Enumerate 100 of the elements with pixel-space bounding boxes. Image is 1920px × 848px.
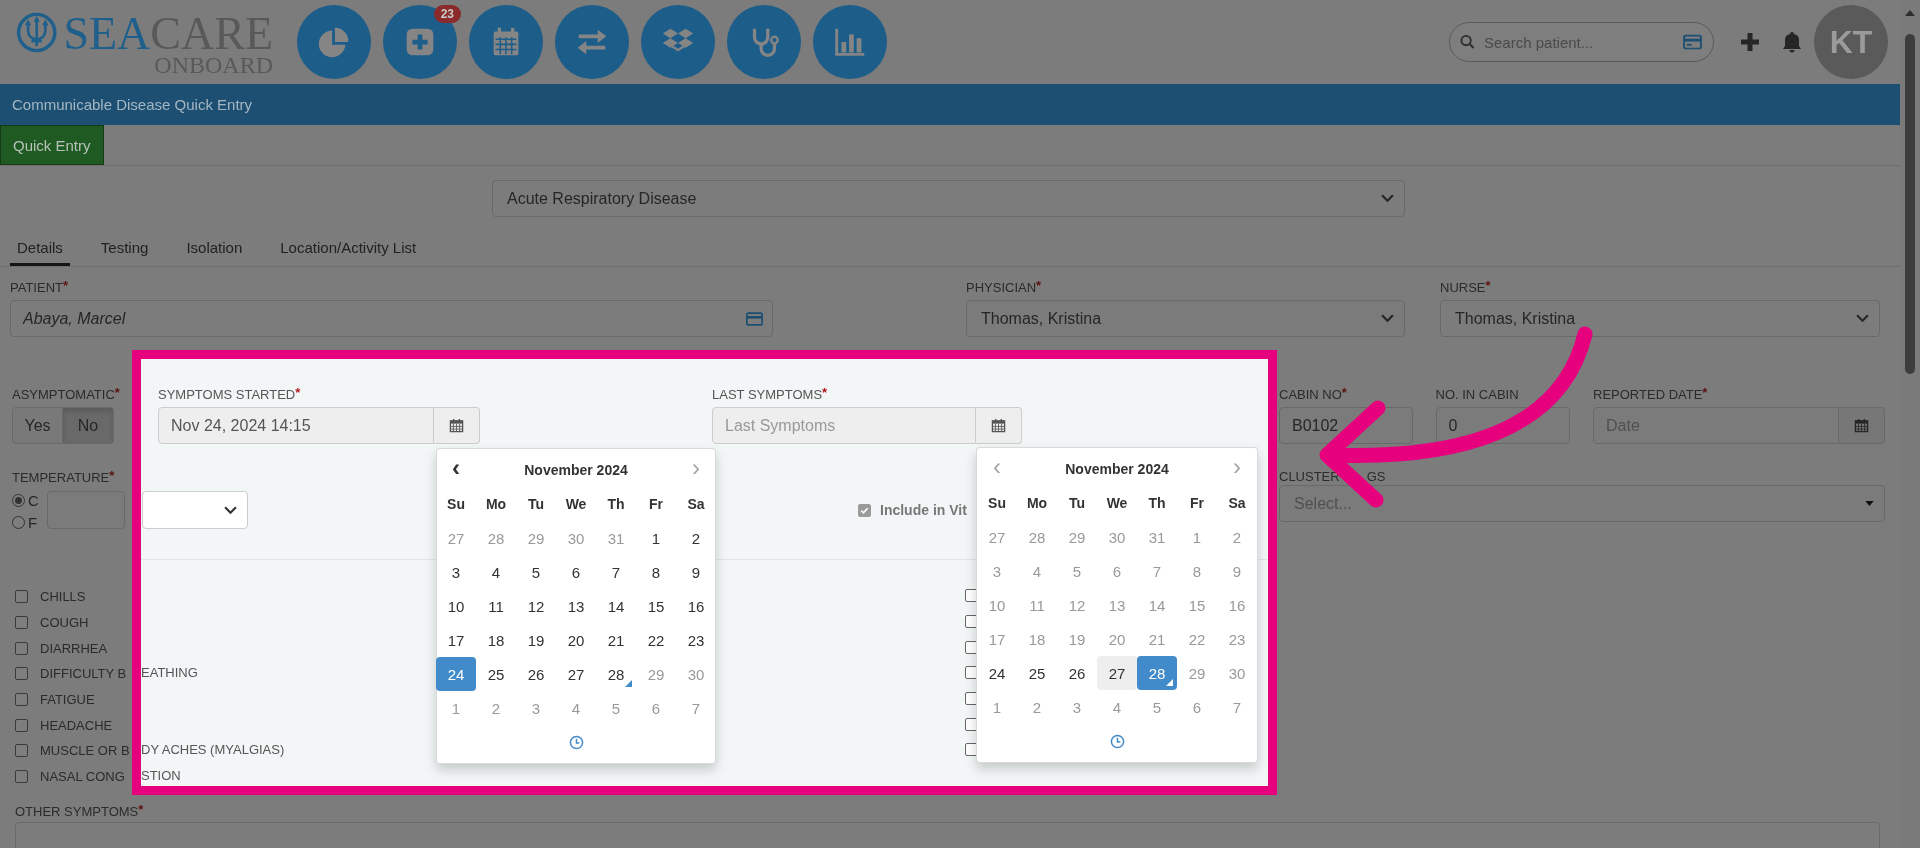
day-cell[interactable]: 5 [516,555,556,589]
day-cell[interactable]: 27 [436,521,476,555]
calendar-button[interactable] [1839,407,1885,444]
day-cell[interactable]: 31 [596,521,636,555]
day-cell[interactable]: 7 [1217,690,1257,724]
patient-field[interactable]: Abaya, Marcel [10,300,773,337]
avatar[interactable]: KT [1814,5,1888,79]
day-cell[interactable]: 15 [636,589,676,623]
day-cell[interactable]: 4 [556,691,596,725]
toggle-button[interactable]: Yes [12,407,63,444]
day-cell[interactable]: 4 [1017,554,1057,588]
day-cell[interactable]: 18 [476,623,516,657]
day-cell[interactable]: 7 [676,691,716,725]
date-field[interactable]: Nov 24, 2024 14:15 [158,407,434,444]
day-cell[interactable]: 4 [1097,690,1137,724]
day-cell[interactable]: 17 [977,622,1017,656]
notifications-button[interactable] [1782,31,1802,53]
nurse-dropdown[interactable]: Thomas, Kristina [1440,300,1880,337]
scrollbar-thumb[interactable] [1905,34,1915,374]
day-cell[interactable]: 16 [1217,588,1257,622]
add-button[interactable] [1740,32,1760,52]
day-cell[interactable]: 10 [977,588,1017,622]
day-cell[interactable]: 26 [516,657,556,691]
day-cell[interactable]: 17 [436,623,476,657]
day-cell[interactable]: 25 [1017,656,1057,690]
radio-button[interactable] [12,493,25,507]
day-cell[interactable]: 22 [1177,622,1217,656]
day-cell[interactable]: 9 [676,555,716,589]
checkbox[interactable] [15,744,28,758]
day-cell[interactable]: 11 [476,589,516,623]
day-cell[interactable]: 12 [1057,588,1097,622]
day-cell[interactable]: 29 [636,657,676,691]
day-cell[interactable]: 29 [1057,520,1097,554]
day-cell[interactable]: 1 [636,521,676,555]
day-cell[interactable]: 13 [1097,588,1137,622]
day-cell[interactable]: 30 [556,521,596,555]
day-cell[interactable]: 29 [516,521,556,555]
time-button[interactable] [568,734,584,750]
day-cell[interactable]: 23 [676,623,716,657]
day-cell[interactable]: 30 [676,657,716,691]
tab[interactable]: Quick Entry [0,125,104,165]
day-cell[interactable]: 29 [1177,656,1217,690]
checkbox[interactable] [15,693,28,707]
day-cell[interactable]: 31 [1137,520,1177,554]
day-cell[interactable]: 23 [1217,622,1257,656]
day-cell[interactable]: 28 [476,521,516,555]
day-cell[interactable]: 3 [516,691,556,725]
day-cell[interactable]: 5 [596,691,636,725]
day-cell[interactable]: 3 [977,554,1017,588]
day-cell[interactable]: 28 [1137,656,1177,690]
day-cell[interactable]: 28 [1017,520,1057,554]
day-cell[interactable]: 22 [636,623,676,657]
previous-month-button[interactable]: ‹ [436,453,476,487]
checkbox[interactable] [15,770,28,784]
day-cell[interactable]: 19 [1057,622,1097,656]
day-cell[interactable]: 13 [556,589,596,623]
tab[interactable]: Location/Activity List [273,232,424,266]
day-cell[interactable]: 30 [1217,656,1257,690]
day-cell[interactable]: 14 [596,589,636,623]
checkbox[interactable] [15,718,28,732]
day-cell[interactable]: 19 [516,623,556,657]
day-cell[interactable]: 18 [1017,622,1057,656]
checkbox[interactable] [15,641,28,655]
day-cell[interactable]: 24 [977,656,1017,690]
day-cell[interactable]: 1 [436,691,476,725]
time-button[interactable] [1109,733,1125,749]
day-cell[interactable]: 2 [1017,690,1057,724]
day-cell[interactable]: 27 [556,657,596,691]
day-cell[interactable]: 20 [556,623,596,657]
physician-dropdown[interactable]: Thomas, Kristina [966,300,1405,337]
day-cell[interactable]: 14 [1137,588,1177,622]
day-cell[interactable]: 11 [1017,588,1057,622]
toggle-button[interactable]: No [63,407,114,444]
day-cell[interactable]: 5 [1057,554,1097,588]
day-cell[interactable]: 24 [436,657,476,691]
day-cell[interactable]: 12 [516,589,556,623]
radio-button[interactable] [12,515,25,529]
day-cell[interactable]: 3 [1057,690,1097,724]
day-cell[interactable]: 9 [1217,554,1257,588]
day-cell[interactable]: 2 [476,691,516,725]
day-cell[interactable]: 2 [676,521,716,555]
tab[interactable]: Testing [93,232,156,266]
day-cell[interactable]: 1 [977,690,1017,724]
day-cell[interactable]: 16 [676,589,716,623]
day-cell[interactable]: 6 [556,555,596,589]
checkbox[interactable] [15,616,28,630]
day-cell[interactable]: 27 [1097,656,1137,690]
disease-dropdown[interactable]: Acute Respiratory Disease [492,180,1405,217]
day-cell[interactable]: 10 [436,589,476,623]
day-cell[interactable]: 6 [1097,554,1137,588]
day-cell[interactable]: 27 [977,520,1017,554]
day-cell[interactable]: 20 [1097,622,1137,656]
checkbox[interactable] [15,590,28,604]
day-cell[interactable]: 25 [476,657,516,691]
tab[interactable]: Isolation [179,232,250,266]
day-cell[interactable]: 7 [1137,554,1177,588]
day-cell[interactable]: 8 [636,555,676,589]
day-cell[interactable]: 2 [1217,520,1257,554]
checkbox[interactable] [15,667,28,681]
day-cell[interactable]: 1 [1177,520,1217,554]
